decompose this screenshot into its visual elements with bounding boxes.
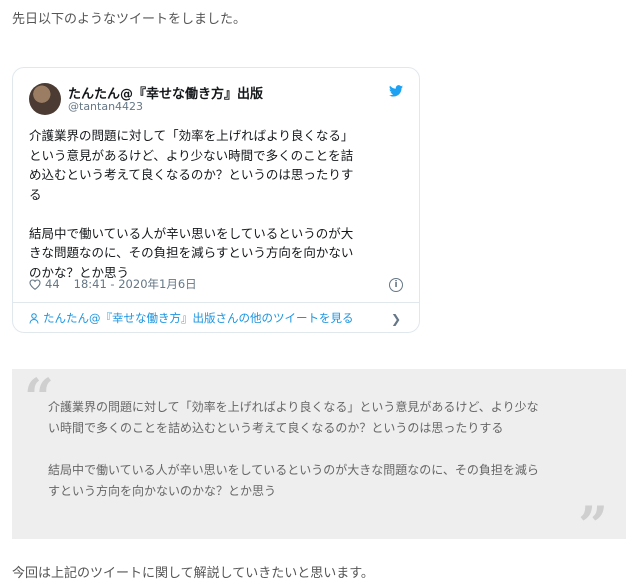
divider <box>13 302 419 303</box>
tweet-text: 介護業界の問題に対して「効率を上げればより良くなる」 という意見があるけど、より… <box>29 128 354 280</box>
quote-text: 介護業界の問題に対して「効率を上げればより良くなる」という意見があるけど、より少… <box>48 400 539 498</box>
tweet-meta: 44 18:41 - 2020年1月6日 <box>29 276 197 292</box>
outro-paragraph: 今回は上記のツイートに関して解説していきたいと思います。 <box>12 566 374 581</box>
info-icon[interactable]: i <box>389 278 403 292</box>
more-tweets-label[interactable]: たんたん@『幸せな働き方』出版さんの他のツイートを見る <box>43 310 354 326</box>
blockquote: “ 介護業界の問題に対して「効率を上げればより良くなる」という意見があるけど、よ… <box>12 369 626 553</box>
twitter-bird-icon[interactable] <box>389 85 403 97</box>
person-icon <box>29 312 39 324</box>
tweet-author-handle[interactable]: @tantan4423 <box>68 100 143 113</box>
tweet-timestamp[interactable]: 18:41 - 2020年1月6日 <box>74 276 197 292</box>
like-count[interactable]: 44 <box>45 277 60 291</box>
heart-icon[interactable] <box>29 278 41 290</box>
close-quote-icon: ” <box>578 496 608 557</box>
embedded-tweet-card[interactable]: たんたん@『幸せな働き方』出版 @tantan4423 介護業界の問題に対して「… <box>12 67 420 333</box>
chevron-right-icon[interactable]: ❯ <box>391 312 401 326</box>
more-tweets-link[interactable]: たんたん@『幸せな働き方』出版さんの他のツイートを見る <box>29 310 354 326</box>
intro-paragraph: 先日以下のようなツイートをしました。 <box>12 12 247 27</box>
avatar[interactable] <box>29 83 61 115</box>
